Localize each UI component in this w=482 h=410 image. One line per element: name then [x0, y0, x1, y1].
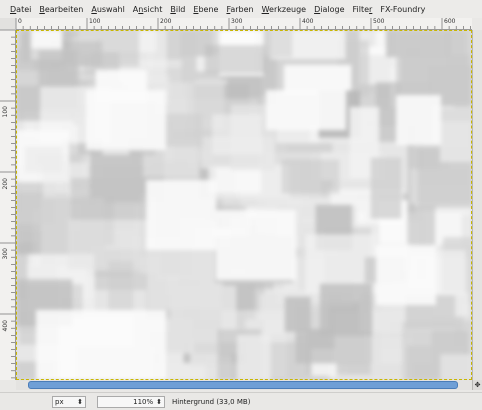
- menu-auswahl[interactable]: Auswahl: [87, 5, 128, 14]
- menu-bearbeiten[interactable]: Bearbeiten: [35, 5, 87, 14]
- ruler-label-0: 0: [18, 18, 22, 25]
- horizontal-scroll-thumb[interactable]: [28, 381, 458, 389]
- menubar: Datei Bearbeiten Auswahl Ansicht Bild Eb…: [0, 0, 482, 18]
- ruler-label-v200: 200: [2, 178, 9, 190]
- ruler-label-200: 200: [160, 18, 172, 25]
- horizontal-ruler[interactable]: 0 100 200 300 400 500 600: [16, 18, 472, 30]
- vertical-ruler[interactable]: 100 200 300 400: [0, 30, 16, 380]
- ruler-ticks-horizontal: [16, 18, 471, 29]
- spin-arrows-icon: ⬍: [156, 397, 162, 406]
- ruler-label-100: 100: [89, 18, 101, 25]
- ruler-label-500: 500: [373, 18, 385, 25]
- ruler-corner-menu-button[interactable]: [0, 18, 16, 30]
- unit-selector[interactable]: px ⬍: [52, 395, 86, 408]
- image-content: [16, 30, 472, 380]
- ruler-label-300: 300: [231, 18, 243, 25]
- menu-filter[interactable]: Filter: [349, 5, 377, 14]
- menu-ansicht[interactable]: Ansicht: [129, 5, 167, 14]
- menu-ebene[interactable]: Ebene: [189, 5, 222, 14]
- navigate-icon[interactable]: ✥: [472, 380, 482, 390]
- zoom-selector[interactable]: 110% ⬍: [97, 395, 165, 408]
- layer-status-text: Hintergrund (33,0 MB): [172, 397, 251, 406]
- ruler-label-v400: 400: [2, 320, 9, 332]
- statusbar: px ⬍ 110% ⬍ Hintergrund (33,0 MB): [0, 392, 482, 410]
- image-canvas[interactable]: [16, 30, 472, 380]
- menu-fx-foundry[interactable]: FX-Foundry: [376, 5, 429, 14]
- zoom-value: 110%: [133, 397, 154, 406]
- unit-value: px: [55, 397, 64, 406]
- menu-bild[interactable]: Bild: [166, 5, 189, 14]
- ruler-label-600: 600: [444, 18, 456, 25]
- menu-farben[interactable]: Farben: [222, 5, 257, 14]
- ruler-label-v300: 300: [2, 248, 9, 260]
- horizontal-scrollbar[interactable]: [16, 380, 472, 390]
- menu-datei[interactable]: Datei: [6, 5, 35, 14]
- menu-dialoge[interactable]: Dialoge: [310, 5, 348, 14]
- vertical-scrollbar[interactable]: [472, 30, 482, 380]
- menu-werkzeuge[interactable]: Werkzeuge: [258, 5, 311, 14]
- ruler-label-400: 400: [302, 18, 314, 25]
- spin-arrows-icon: ⬍: [77, 397, 83, 406]
- ruler-label-v100: 100: [2, 106, 9, 118]
